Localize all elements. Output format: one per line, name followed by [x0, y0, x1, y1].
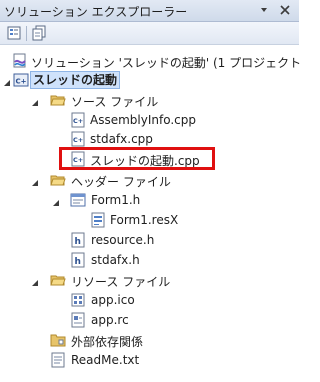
- cpp-file-icon: C+: [70, 112, 86, 128]
- tree-item-label: ヘッダー ファイル: [71, 175, 171, 189]
- text-file-icon: [50, 352, 66, 368]
- panel-titlebar: ソリューション エクスプローラー: [0, 0, 299, 22]
- expanded-arrow-icon[interactable]: [3, 76, 11, 86]
- tree-item-file[interactable]: h stdafx.h: [0, 250, 299, 270]
- tree-item-label: app.rc: [91, 313, 129, 327]
- tree-item-file[interactable]: C+ stdafx.cpp: [0, 129, 299, 149]
- tree-item-file[interactable]: app.rc: [0, 310, 299, 330]
- highlight-annotation: [59, 147, 215, 170]
- tree-item-label: stdafx.cpp: [90, 132, 153, 146]
- pin-icon[interactable]: [258, 4, 270, 16]
- tree-item-source-folder[interactable]: ソース ファイル: [0, 90, 299, 110]
- solution-icon: [12, 53, 28, 69]
- close-icon[interactable]: [279, 4, 291, 16]
- tree-item-label: 外部依存関係: [71, 335, 144, 349]
- properties-icon[interactable]: [6, 25, 23, 41]
- show-all-files-icon[interactable]: [32, 25, 49, 41]
- header-file-icon: h: [70, 232, 86, 248]
- tree-item-header-folder[interactable]: ヘッダー ファイル: [0, 170, 299, 190]
- rc-file-icon: [70, 312, 86, 328]
- tree-item-project[interactable]: C+ スレッドの起動: [0, 70, 299, 90]
- toolbar-separator: [26, 26, 27, 41]
- svg-text:C+: C+: [16, 78, 27, 86]
- expanded-arrow-icon[interactable]: [31, 176, 39, 186]
- tree-item-label: app.ico: [91, 293, 135, 307]
- expanded-arrow-icon[interactable]: [31, 96, 39, 106]
- form-icon: [70, 192, 86, 208]
- tree-item-file[interactable]: app.ico: [0, 290, 299, 310]
- resx-file-icon: [90, 212, 106, 228]
- tree-item-resource-folder[interactable]: リソース ファイル: [0, 270, 299, 290]
- cpp-file-icon: C+: [70, 131, 86, 147]
- svg-text:C+: C+: [73, 117, 83, 125]
- tree-item-label: ソリューション 'スレッドの起動' (1 プロジェクト: [31, 56, 302, 70]
- folder-open-icon: [50, 92, 66, 108]
- expanded-arrow-icon[interactable]: [31, 276, 39, 286]
- tree-item-label: stdafx.h: [91, 253, 140, 267]
- tree-item-solution[interactable]: ソリューション 'スレッドの起動' (1 プロジェクト: [0, 51, 302, 71]
- icon-file-icon: [70, 292, 86, 308]
- tree-item-label: Form1.h: [91, 193, 141, 207]
- tree-item-label: resource.h: [91, 233, 155, 247]
- tree-item-label: スレッドの起動: [30, 71, 121, 89]
- cpp-project-icon: C+: [13, 72, 29, 88]
- header-file-icon: h: [70, 252, 86, 268]
- tree-item-label: ソース ファイル: [71, 95, 159, 109]
- folder-icon: [50, 332, 66, 348]
- tree-item-file[interactable]: Form1.resX: [0, 210, 299, 230]
- folder-open-icon: [50, 272, 66, 288]
- panel-toolbar: [0, 22, 299, 45]
- svg-text:C+: C+: [73, 136, 83, 144]
- svg-text:h: h: [75, 237, 81, 247]
- svg-text:h: h: [75, 257, 81, 267]
- tree-item-external-deps[interactable]: 外部依存関係: [0, 330, 299, 350]
- tree-item-file[interactable]: C+ AssemblyInfo.cpp: [0, 110, 299, 130]
- solution-tree: ソリューション 'スレッドの起動' (1 プロジェクト C+ スレッドの起動 ソ…: [0, 46, 302, 382]
- tree-item-label: リソース ファイル: [71, 275, 171, 289]
- folder-open-icon: [50, 172, 66, 188]
- expanded-arrow-icon[interactable]: [52, 196, 60, 206]
- tree-item-file[interactable]: h resource.h: [0, 230, 299, 250]
- tree-item-label: AssemblyInfo.cpp: [90, 113, 196, 127]
- tree-item-file[interactable]: ReadMe.txt: [0, 350, 299, 370]
- panel-title: ソリューション エクスプローラー: [4, 5, 188, 19]
- tree-item-label: ReadMe.txt: [71, 353, 140, 367]
- tree-item-label: Form1.resX: [110, 213, 179, 227]
- tree-item-file[interactable]: Form1.h: [0, 190, 299, 210]
